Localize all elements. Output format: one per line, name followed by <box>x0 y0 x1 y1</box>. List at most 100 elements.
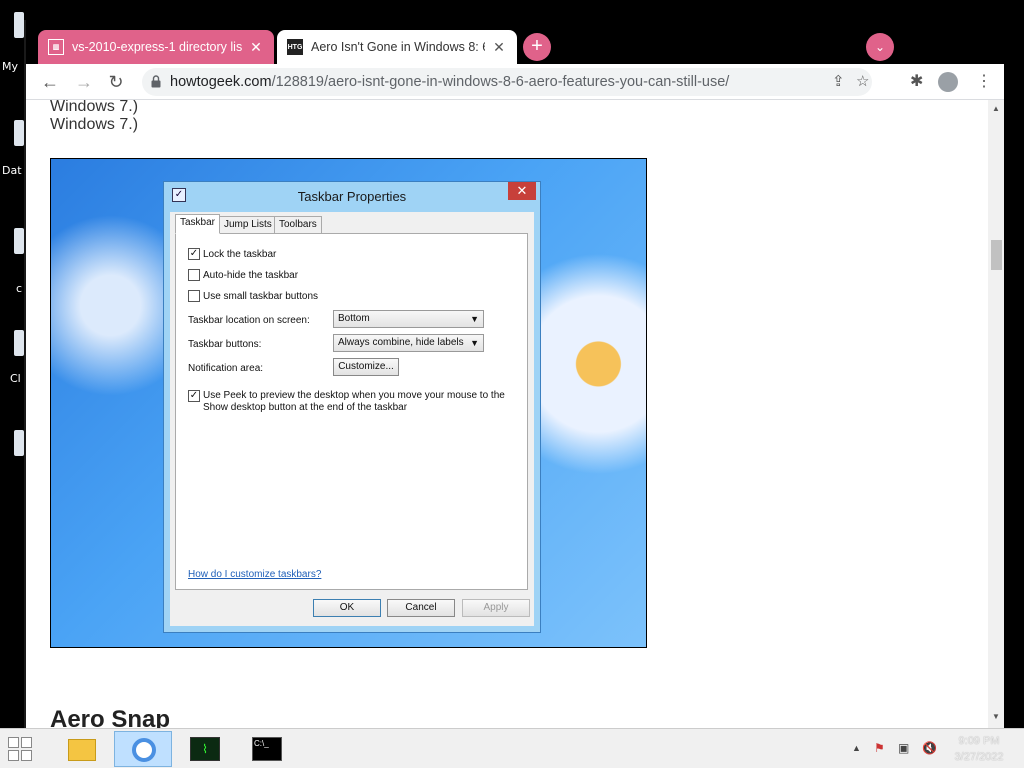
chevron-down-icon: ▼ <box>470 314 479 324</box>
chrome-icon <box>132 738 156 762</box>
folder-icon <box>68 739 96 761</box>
share-icon[interactable]: ⇪ <box>832 72 845 90</box>
tab-jump-lists[interactable]: Jump Lists <box>219 216 277 234</box>
back-icon[interactable]: ← <box>38 70 62 94</box>
tab-title: Aero Isn't Gone in Windows 8: 6 Aero Fea… <box>311 40 485 54</box>
htg-logo-icon: HTG <box>287 39 303 55</box>
taskbar-properties-dialog: ✓ Taskbar Properties ✕ Taskbar Jump List… <box>163 181 541 633</box>
profile-avatar-icon[interactable] <box>938 72 958 92</box>
desktop-icon-computer[interactable] <box>14 12 24 38</box>
desktop-icon-app[interactable] <box>14 228 24 254</box>
cancel-button[interactable]: Cancel <box>387 599 455 617</box>
apply-button[interactable]: Apply <box>462 599 530 617</box>
clock-date: 3/27/2022 <box>954 751 1004 763</box>
desktop-icon-file[interactable] <box>14 430 24 456</box>
article-text: Windows 7.) <box>50 100 139 115</box>
customize-button[interactable]: Customize... <box>333 358 399 376</box>
desktop-background: My Dat c Cl <box>0 0 24 728</box>
close-icon[interactable]: ✕ <box>248 39 264 56</box>
section-heading: Aero Snap <box>50 706 171 728</box>
desktop-icon-data[interactable] <box>14 120 24 146</box>
start-pane <box>21 750 32 761</box>
start-pane <box>8 750 19 761</box>
dialog-close-button[interactable]: ✕ <box>508 182 536 200</box>
taskbar-file-explorer[interactable] <box>52 731 110 767</box>
location-label: Taskbar location on screen: <box>188 315 310 326</box>
tab-title: vs-2010-express-1 directory listing <box>72 40 242 54</box>
option-label: Use small taskbar buttons <box>203 290 319 302</box>
ok-button[interactable]: OK <box>313 599 381 617</box>
tab-search-button[interactable]: ⌄ <box>866 33 894 61</box>
desktop-label: Cl <box>10 372 21 385</box>
desktop-label: c <box>16 282 23 295</box>
url-path: /128819/aero-isnt-gone-in-windows-8-6-ae… <box>271 74 730 90</box>
checkbox-unchecked[interactable] <box>188 269 200 281</box>
auto-hide-option[interactable]: Auto-hide the taskbar <box>188 269 298 281</box>
new-tab-button[interactable]: + <box>523 33 551 61</box>
reload-icon[interactable]: ↻ <box>104 70 128 94</box>
buttons-label: Taskbar buttons: <box>188 339 262 350</box>
url-domain: howtogeek.com <box>170 74 272 90</box>
tab-taskbar[interactable]: Taskbar <box>175 214 221 234</box>
taskbar-chrome[interactable] <box>114 731 172 767</box>
dialog-body: Taskbar Jump Lists Toolbars ✓ Lock the t… <box>170 212 534 626</box>
tab-aero-article[interactable]: HTG Aero Isn't Gone in Windows 8: 6 Aero… <box>277 30 517 64</box>
scroll-thumb[interactable] <box>991 240 1002 270</box>
checkbox-checked[interactable]: ✓ <box>188 390 200 402</box>
tab-strip: ▥ vs-2010-express-1 directory listing ✕ … <box>26 20 1004 64</box>
bookmark-star-icon[interactable]: ☆ <box>856 72 869 90</box>
dialog-title: Taskbar Properties <box>297 189 407 204</box>
network-icon[interactable]: ▣ <box>898 741 909 755</box>
article-screenshot-image: ✓ Taskbar Properties ✕ Taskbar Jump List… <box>50 158 647 648</box>
article-text: Windows 7.) <box>50 116 139 133</box>
windows-taskbar: ⌇ C:\_ ▲ ⚑ ▣ 🔇 9:09 PM 3/27/2022 <box>0 728 1024 768</box>
browser-toolbar: ← → ↻ howtogeek.com/128819/aero-isnt-gon… <box>26 64 1004 100</box>
taskbar-performance-monitor[interactable]: ⌇ <box>176 731 234 767</box>
page-scrollbar[interactable]: ▲ ▼ <box>988 100 1004 728</box>
browser-window: ▥ vs-2010-express-1 directory listing ✕ … <box>24 20 1004 728</box>
select-value: Bottom <box>338 313 370 324</box>
checkbox-unchecked[interactable] <box>188 290 200 302</box>
start-pane <box>21 737 32 748</box>
close-icon[interactable]: ✕ <box>491 39 507 56</box>
start-pane <box>8 737 19 748</box>
select-value: Always combine, hide labels <box>338 337 464 348</box>
performance-monitor-icon: ⌇ <box>190 737 220 761</box>
option-label: Auto-hide the taskbar <box>203 269 299 281</box>
notification-area-label: Notification area: <box>188 363 264 374</box>
forward-icon[interactable]: → <box>72 70 96 94</box>
more-menu-icon[interactable]: ⋮ <box>976 71 992 91</box>
page-content: Windows 7.) Windows 7.) ✓ Taskbar Proper… <box>26 100 988 728</box>
tab-directory-listing[interactable]: ▥ vs-2010-express-1 directory listing ✕ <box>38 30 274 64</box>
scroll-down-icon[interactable]: ▼ <box>992 712 1000 721</box>
help-link[interactable]: How do I customize taskbars? <box>188 569 321 580</box>
extensions-icon[interactable]: ✱ <box>910 71 923 91</box>
small-buttons-option[interactable]: Use small taskbar buttons <box>188 290 318 302</box>
desktop-label: My <box>2 60 19 73</box>
url-text: howtogeek.com/128819/aero-isnt-gone-in-w… <box>170 74 729 90</box>
scroll-up-icon[interactable]: ▲ <box>992 104 1000 113</box>
desktop-icon-client[interactable] <box>14 330 24 356</box>
taskbar-command-prompt[interactable]: C:\_ <box>238 731 296 767</box>
lock-icon <box>151 75 161 88</box>
address-bar[interactable]: howtogeek.com/128819/aero-isnt-gone-in-w… <box>142 68 872 96</box>
tab-toolbars[interactable]: Toolbars <box>274 216 322 234</box>
taskbar-tab-panel: ✓ Lock the taskbar Auto-hide the taskbar… <box>175 233 528 590</box>
archive-icon: ▥ <box>48 39 64 55</box>
option-label: Lock the taskbar <box>203 248 277 260</box>
clock-time: 9:09 PM <box>958 735 1000 747</box>
tray-overflow-chevron-icon[interactable]: ▲ <box>852 743 861 753</box>
taskbar-buttons-select[interactable]: Always combine, hide labels ▼ <box>333 334 484 352</box>
desktop-label: Dat <box>2 164 22 177</box>
system-clock[interactable]: 9:09 PM 3/27/2022 <box>944 733 1014 765</box>
location-select[interactable]: Bottom ▼ <box>333 310 484 328</box>
option-label: Use Peek to preview the desktop when you… <box>203 390 505 413</box>
start-windows-icon[interactable] <box>8 737 36 761</box>
chevron-down-icon: ▼ <box>470 338 479 348</box>
action-center-flag-icon[interactable]: ⚑ <box>874 741 885 755</box>
peek-option[interactable]: ✓ Use Peek to preview the desktop when y… <box>188 390 518 414</box>
checkbox-checked[interactable]: ✓ <box>188 248 200 260</box>
command-prompt-icon: C:\_ <box>252 737 282 761</box>
volume-muted-icon[interactable]: 🔇 <box>922 741 937 755</box>
lock-taskbar-option[interactable]: ✓ Lock the taskbar <box>188 248 276 260</box>
